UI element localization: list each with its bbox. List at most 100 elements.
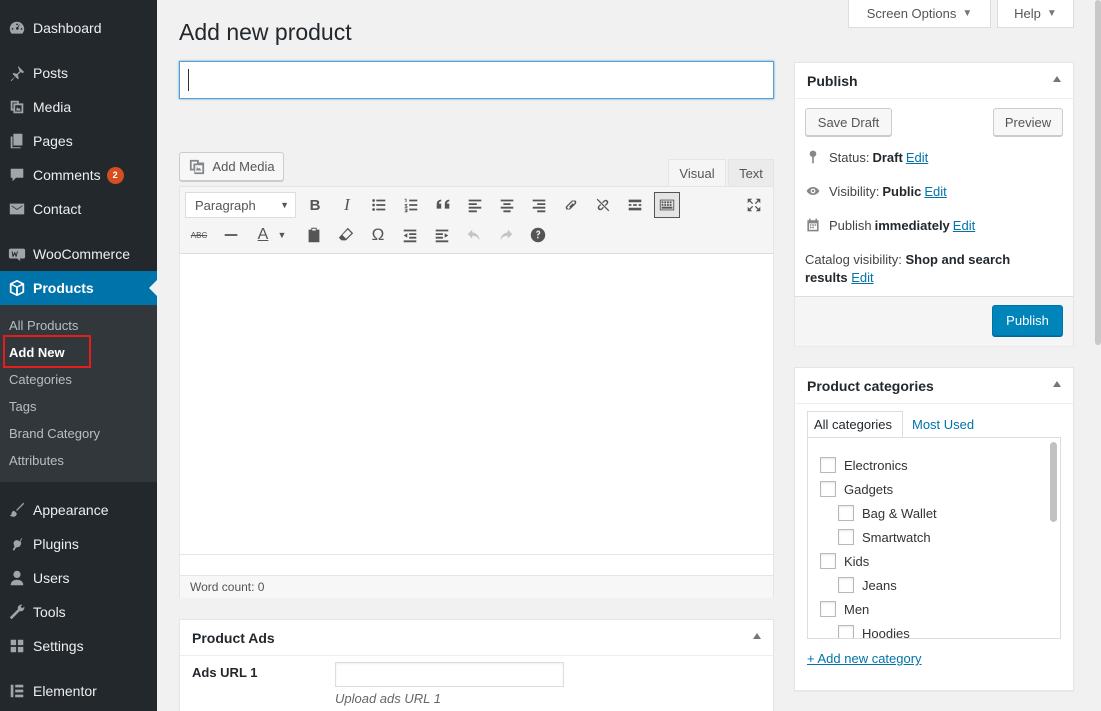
add-new-category-link[interactable]: + Add new category: [807, 651, 922, 666]
submenu-categories[interactable]: Categories: [9, 372, 72, 387]
elementor-icon: [0, 682, 33, 700]
bold-icon[interactable]: B: [303, 193, 327, 217]
strikethrough-icon[interactable]: ABC: [187, 223, 211, 247]
category-item-jeans[interactable]: Jeans: [838, 577, 897, 593]
menu-label: Appearance: [33, 502, 109, 518]
ads-url-input[interactable]: [335, 662, 564, 687]
editor-content-area[interactable]: [179, 253, 774, 555]
category-item-hoodies[interactable]: Hoodies: [838, 625, 910, 638]
collapse-toggle-icon[interactable]: [1053, 76, 1061, 82]
category-item-smartwatch[interactable]: Smartwatch: [838, 529, 931, 545]
menu-posts[interactable]: Posts: [0, 56, 157, 90]
pin-icon: [0, 64, 33, 82]
paste-text-icon[interactable]: [302, 223, 326, 247]
category-item-gadgets[interactable]: Gadgets: [820, 481, 893, 497]
category-item-men[interactable]: Men: [820, 601, 869, 617]
checkbox[interactable]: [820, 481, 836, 497]
toolbar-toggle-icon[interactable]: [654, 192, 680, 218]
menu-appearance[interactable]: Appearance: [0, 493, 157, 527]
menu-media[interactable]: Media: [0, 90, 157, 124]
tab-all-categories[interactable]: All categories: [807, 411, 903, 437]
caret-down-icon: ▼: [962, 8, 973, 19]
horizontal-line-icon[interactable]: [219, 223, 243, 247]
menu-contact[interactable]: Contact: [0, 192, 157, 226]
menu-plugins[interactable]: Plugins: [0, 527, 157, 561]
text-color-dropdown-icon[interactable]: ▼: [275, 223, 289, 247]
read-more-icon[interactable]: [623, 193, 647, 217]
submenu-brand-category[interactable]: Brand Category: [9, 426, 100, 441]
collapse-toggle-icon[interactable]: [1053, 381, 1061, 387]
redo-icon[interactable]: [494, 223, 518, 247]
menu-comments[interactable]: Comments 2: [0, 158, 157, 192]
menu-products[interactable]: Products: [0, 271, 157, 305]
media-icon: [0, 98, 33, 116]
italic-icon[interactable]: I: [335, 193, 359, 217]
menu-users[interactable]: Users: [0, 561, 157, 595]
publish-button[interactable]: Publish: [992, 305, 1063, 336]
collapse-toggle-icon[interactable]: [753, 633, 761, 639]
category-list-scrollbar[interactable]: [1050, 442, 1057, 522]
checkbox[interactable]: [838, 577, 854, 593]
checkbox[interactable]: [820, 601, 836, 617]
align-center-icon[interactable]: [495, 193, 519, 217]
bullet-list-icon[interactable]: [367, 193, 391, 217]
help-icon[interactable]: [526, 223, 550, 247]
product-title-input[interactable]: [179, 61, 774, 99]
blockquote-icon[interactable]: [431, 193, 455, 217]
paragraph-format-select[interactable]: Paragraph ▼: [185, 192, 296, 218]
tab-visual[interactable]: Visual: [668, 159, 726, 187]
publish-date-row: Publish immediately Edit: [805, 217, 975, 233]
edit-catalog-visibility-link[interactable]: Edit: [851, 270, 873, 285]
align-left-icon[interactable]: [463, 193, 487, 217]
checkbox[interactable]: [820, 457, 836, 473]
brush-icon: [0, 501, 33, 519]
outdent-icon[interactable]: [398, 223, 422, 247]
save-draft-button[interactable]: Save Draft: [805, 108, 892, 136]
screen-options-button[interactable]: Screen Options ▼: [848, 0, 991, 28]
numbered-list-icon[interactable]: [399, 193, 423, 217]
menu-elementor[interactable]: Elementor: [0, 674, 157, 708]
align-right-icon[interactable]: [527, 193, 551, 217]
help-button[interactable]: Help ▼: [997, 0, 1074, 28]
checkbox[interactable]: [838, 625, 854, 638]
fullscreen-icon[interactable]: [742, 193, 766, 217]
menu-woocommerce[interactable]: WooCommerce: [0, 237, 157, 271]
add-media-button[interactable]: Add Media: [179, 152, 284, 181]
category-item-bag-wallet[interactable]: Bag & Wallet: [838, 505, 937, 521]
menu-pages[interactable]: Pages: [0, 124, 157, 158]
menu-label: Products: [33, 280, 94, 296]
indent-icon[interactable]: [430, 223, 454, 247]
unlink-icon[interactable]: [591, 193, 615, 217]
insert-link-icon[interactable]: [559, 193, 583, 217]
checkbox[interactable]: [838, 505, 854, 521]
edit-status-link[interactable]: Edit: [906, 150, 928, 165]
menu-dashboard[interactable]: Dashboard: [0, 11, 157, 45]
menu-label: Users: [33, 570, 70, 586]
preview-button[interactable]: Preview: [993, 108, 1063, 136]
clear-formatting-icon[interactable]: [334, 223, 358, 247]
status-label: Status:: [829, 149, 870, 165]
edit-publish-date-link[interactable]: Edit: [953, 218, 975, 233]
text-color-icon[interactable]: A: [251, 223, 275, 247]
menu-label: Media: [33, 99, 72, 115]
special-character-icon[interactable]: Ω: [366, 223, 390, 247]
pin-icon: [809, 150, 817, 164]
undo-icon[interactable]: [462, 223, 486, 247]
checkbox[interactable]: [820, 553, 836, 569]
visibility-label: Visibility:: [829, 183, 880, 199]
edit-visibility-link[interactable]: Edit: [924, 184, 946, 199]
text-cursor: [188, 69, 189, 91]
tab-text[interactable]: Text: [728, 159, 774, 187]
catalog-visibility-value-2: results: [805, 270, 848, 285]
page-scrollbar[interactable]: [1095, 0, 1101, 345]
submenu-all-products[interactable]: All Products: [9, 318, 78, 333]
category-item-electronics[interactable]: Electronics: [820, 457, 908, 473]
tab-most-used[interactable]: Most Used: [912, 411, 974, 437]
submenu-tags[interactable]: Tags: [9, 399, 36, 414]
checkbox[interactable]: [838, 529, 854, 545]
calendar-icon: [807, 218, 819, 232]
menu-tools[interactable]: Tools: [0, 595, 157, 629]
category-item-kids[interactable]: Kids: [820, 553, 869, 569]
submenu-attributes[interactable]: Attributes: [9, 453, 64, 468]
menu-settings[interactable]: Settings: [0, 629, 157, 663]
